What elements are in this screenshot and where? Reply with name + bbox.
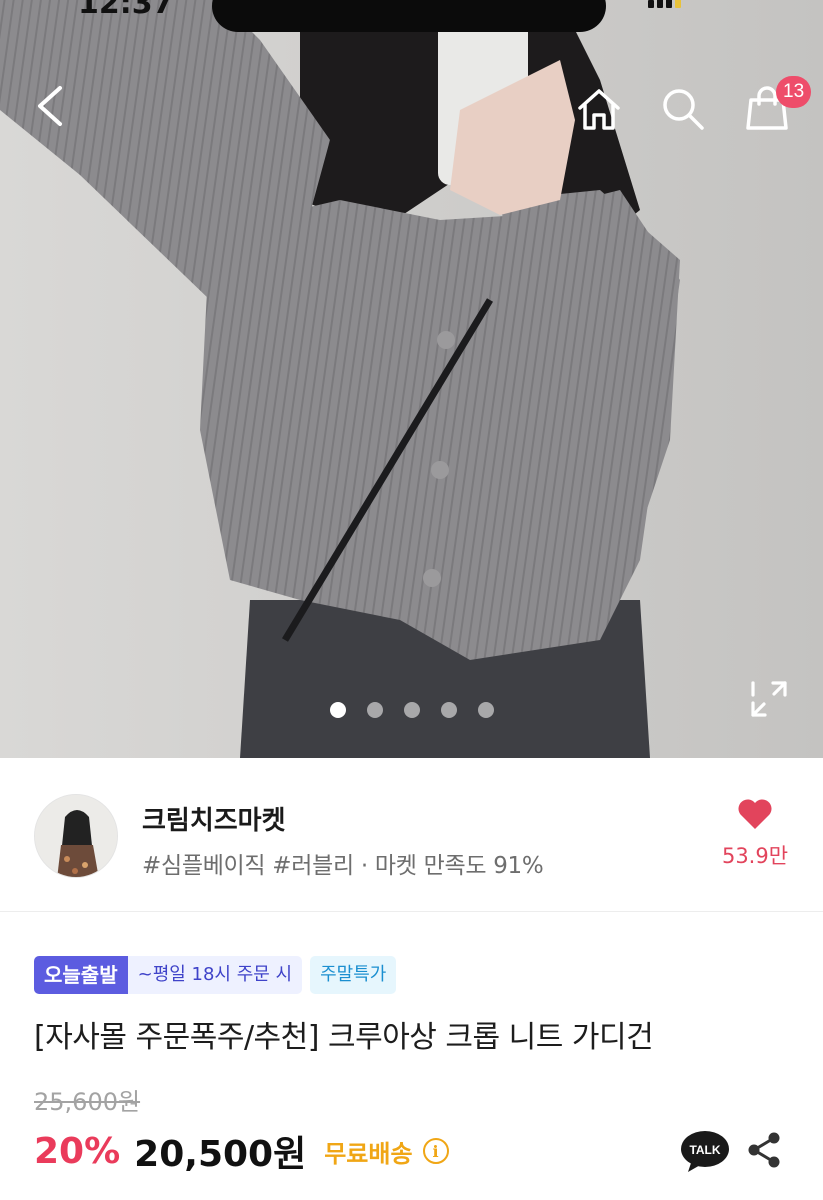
- avatar-image: [35, 795, 117, 877]
- back-button[interactable]: [22, 78, 78, 134]
- share-icon: [748, 1132, 780, 1168]
- search-icon: [663, 89, 704, 130]
- today-shipping-badge: 오늘출발 ~평일 18시 주문 시: [34, 956, 303, 994]
- kakaotalk-button[interactable]: TALK: [680, 1130, 730, 1174]
- pagination-dot-active[interactable]: [330, 702, 346, 718]
- expand-image-button[interactable]: [746, 676, 792, 722]
- info-icon[interactable]: i: [422, 1138, 449, 1164]
- seller-tags: #심플베이직 #러블리 · 마켓 만족도 91%: [142, 853, 544, 879]
- discount-rate: 20%: [34, 1130, 121, 1172]
- heart-icon: [738, 799, 772, 829]
- signal-bar: [657, 0, 663, 8]
- delivery-badges: 오늘출발 ~평일 18시 주문 시 주말특가: [34, 956, 397, 994]
- weekend-sale-badge: 주말특가: [310, 956, 397, 994]
- like-count: 53.9만: [721, 844, 789, 868]
- product-image-gallery[interactable]: 12:37 13: [0, 0, 823, 758]
- favorite-seller-button[interactable]: 53.9만: [712, 798, 798, 870]
- badge-time-label: ~평일 18시 주문 시: [127, 956, 303, 994]
- signal-bar: [666, 0, 672, 8]
- wifi-icon: [675, 0, 681, 8]
- signal-icon: [648, 0, 654, 8]
- price-row: 20% 20,500원 무료배송 i: [34, 1126, 449, 1176]
- home-button[interactable]: [568, 78, 630, 140]
- gallery-pagination: [330, 702, 494, 718]
- sale-price: 20,500원: [134, 1134, 307, 1175]
- free-shipping-label: 무료배송: [324, 1139, 413, 1168]
- pagination-dot[interactable]: [367, 702, 383, 718]
- cart-count-badge: 13: [776, 76, 812, 108]
- fullscreen-icon: [751, 681, 787, 717]
- product-title: [자사몰 주문폭주/추천] 크루아상 크롭 니트 가디건: [34, 1020, 654, 1055]
- badge-today-label: 오늘출발: [34, 956, 128, 994]
- original-price: 25,600원: [34, 1088, 141, 1116]
- search-button[interactable]: [652, 78, 714, 140]
- dynamic-island: [212, 0, 606, 32]
- share-button[interactable]: [742, 1128, 786, 1172]
- pagination-dot[interactable]: [441, 702, 457, 718]
- seller-name[interactable]: 크림치즈마켓: [142, 800, 286, 837]
- home-icon: [578, 89, 620, 130]
- status-indicators: [648, 0, 758, 8]
- chevron-left-icon: [38, 86, 62, 126]
- talk-label: TALK: [689, 1143, 721, 1157]
- pagination-dot[interactable]: [404, 702, 420, 718]
- status-time: 12:37: [78, 0, 174, 21]
- pagination-dot[interactable]: [478, 702, 494, 718]
- seller-avatar[interactable]: [34, 794, 118, 878]
- seller-section[interactable]: 크림치즈마켓 #심플베이직 #러블리 · 마켓 만족도 91% 53.9만: [0, 758, 823, 912]
